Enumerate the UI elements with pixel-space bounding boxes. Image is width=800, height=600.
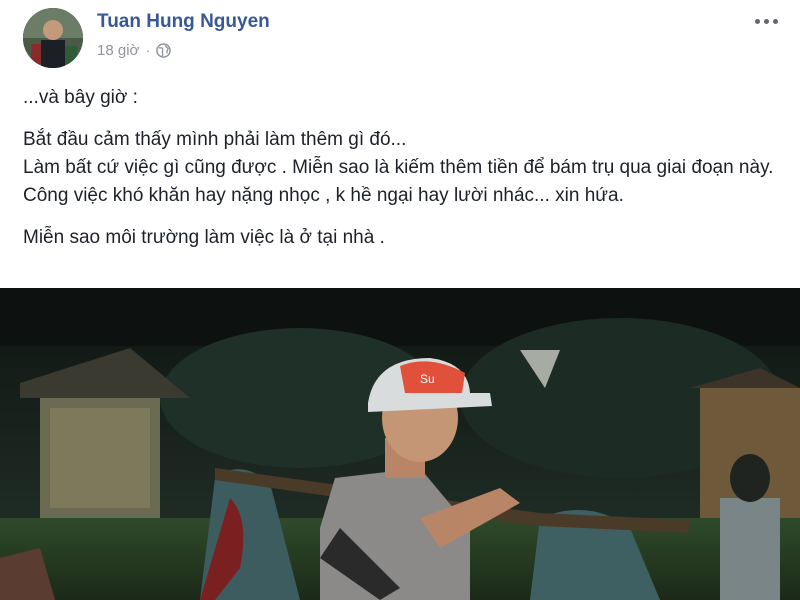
post-paragraph: ...và bây giờ :	[23, 84, 783, 112]
photo-image: Su	[0, 288, 800, 600]
post-photo[interactable]: Su	[0, 288, 800, 600]
post-header: Tuan Hung Nguyen 18 giờ ·	[0, 0, 800, 80]
post-meta: 18 giờ ·	[97, 42, 172, 59]
post-paragraph: Bắt đầu cảm thấy mình phải làm thêm gì đ…	[23, 126, 783, 210]
post-line: Miễn sao môi trường làm việc là ở tại nh…	[23, 227, 385, 248]
avatar-image	[23, 8, 83, 68]
post-timestamp[interactable]: 18 giờ	[97, 42, 139, 59]
globe-icon[interactable]	[156, 43, 172, 58]
meta-separator: ·	[145, 42, 151, 59]
post-line: Làm bất cứ việc gì cũng được . Miễn sao …	[23, 157, 774, 178]
more-options-icon[interactable]	[748, 9, 784, 33]
facebook-post: Tuan Hung Nguyen 18 giờ · ...và bây giờ …	[0, 0, 800, 600]
post-paragraph: Miễn sao môi trường làm việc là ở tại nh…	[23, 224, 783, 252]
author-avatar[interactable]	[23, 8, 83, 68]
post-line: Công việc khó khăn hay nặng nhọc , k hề …	[23, 185, 624, 206]
post-line: Bắt đầu cảm thấy mình phải làm thêm gì đ…	[23, 129, 407, 150]
post-text: ...và bây giờ : Bắt đầu cảm thấy mình ph…	[23, 84, 783, 266]
cap-logo: Su	[420, 372, 435, 386]
post-line: ...và bây giờ :	[23, 87, 138, 108]
author-name[interactable]: Tuan Hung Nguyen	[97, 11, 270, 33]
